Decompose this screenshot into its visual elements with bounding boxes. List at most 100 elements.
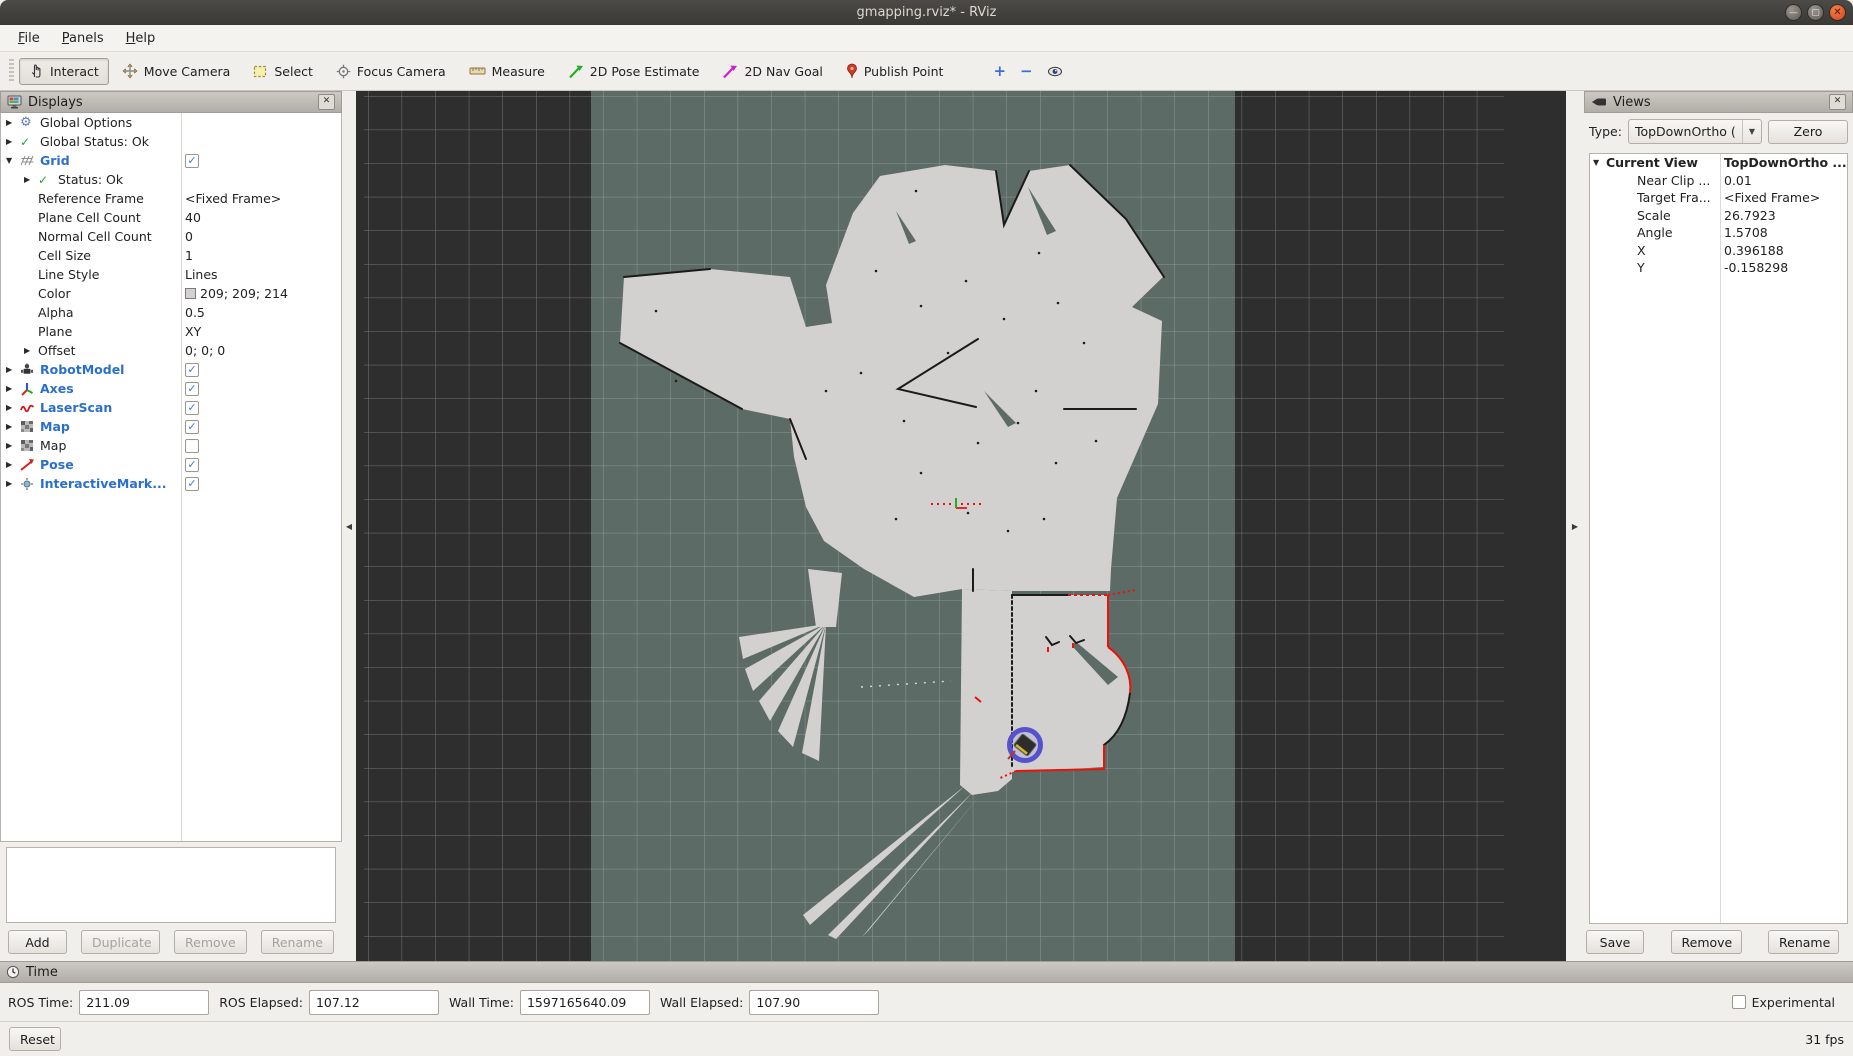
visibility-checkbox[interactable] xyxy=(185,420,199,434)
property-value[interactable]: 26.7923 xyxy=(1720,208,1776,223)
right-panel-collapse-gutter[interactable]: ▶ xyxy=(1566,91,1584,961)
view-property-row[interactable]: Scale 26.7923 xyxy=(1590,207,1847,225)
displays-tree[interactable]: ▶ ⚙ Global Options ▶ ✓ Global Status: Ok xyxy=(0,113,342,842)
expander-arrow-icon[interactable]: ▶ xyxy=(6,118,20,127)
extra-tool-button[interactable]: + xyxy=(986,62,1013,81)
display-tree-row[interactable]: ▶ RobotModel xyxy=(1,360,341,379)
menu-item[interactable]: Panels xyxy=(52,28,114,49)
expander-arrow-icon[interactable]: ▼ xyxy=(1590,158,1606,167)
expander-arrow-icon[interactable]: ▶ xyxy=(6,137,20,146)
display-tree-row[interactable]: Cell Size 1 xyxy=(1,246,341,265)
display-tree-row[interactable]: Normal Cell Count 0 xyxy=(1,227,341,246)
property-value[interactable]: 0.01 xyxy=(1720,173,1752,188)
zero-button[interactable]: Zero xyxy=(1768,120,1848,144)
view-property-row[interactable]: Angle 1.5708 xyxy=(1590,224,1847,242)
time-field-input[interactable] xyxy=(749,990,879,1015)
row-value[interactable]: 0 xyxy=(185,229,193,244)
display-tree-row[interactable]: ▶ Map xyxy=(1,417,341,436)
view-property-row[interactable]: Target Fra... <Fixed Frame> xyxy=(1590,189,1847,207)
color-swatch[interactable] xyxy=(185,288,196,299)
view-property-row[interactable]: Near Clip ... 0.01 xyxy=(1590,172,1847,190)
left-panel-collapse-gutter[interactable]: ◀ xyxy=(342,91,356,961)
time-field-input[interactable] xyxy=(79,990,209,1015)
row-value[interactable]: 1 xyxy=(185,248,193,263)
extra-tool-button[interactable] xyxy=(1040,64,1070,79)
title-bar[interactable]: gmapping.rviz* - RViz — ▢ ✕ xyxy=(0,0,1853,25)
display-tree-row[interactable]: Alpha 0.5 xyxy=(1,303,341,322)
views-action-button[interactable]: Save xyxy=(1586,930,1644,954)
expander-arrow-icon[interactable]: ▶ xyxy=(6,403,20,412)
visibility-checkbox[interactable] xyxy=(185,439,199,453)
view-type-dropdown[interactable]: TopDownOrtho ( ▼ xyxy=(1628,119,1762,144)
displays-action-button[interactable]: Rename xyxy=(261,930,334,954)
property-value[interactable]: -0.158298 xyxy=(1720,260,1788,275)
close-button[interactable]: ✕ xyxy=(1829,4,1846,21)
displays-action-button[interactable]: Add xyxy=(8,930,67,954)
row-value[interactable]: Lines xyxy=(185,267,218,282)
visibility-checkbox[interactable] xyxy=(185,401,199,415)
tool-button[interactable]: Select xyxy=(243,58,323,85)
toolbar-grip-handle[interactable] xyxy=(9,59,14,83)
menu-item[interactable]: File xyxy=(8,28,50,49)
expander-arrow-icon[interactable]: ▶ xyxy=(6,365,20,374)
display-tree-row[interactable]: Plane XY xyxy=(1,322,341,341)
tool-button[interactable]: 2D Nav Goal xyxy=(712,58,832,85)
experimental-checkbox[interactable] xyxy=(1732,995,1746,1009)
3d-viewport[interactable] xyxy=(356,91,1566,961)
menu-item[interactable]: Help xyxy=(116,28,166,49)
views-tree[interactable]: ▼ Current View TopDownOrtho ... Near Cli… xyxy=(1589,153,1848,924)
views-close-icon[interactable]: ✕ xyxy=(1829,94,1846,110)
display-tree-row[interactable]: ▶ InteractiveMark... xyxy=(1,474,341,493)
property-value[interactable]: 1.5708 xyxy=(1720,225,1768,240)
displays-action-button[interactable]: Duplicate xyxy=(81,930,160,954)
display-tree-row[interactable]: ▶ Axes xyxy=(1,379,341,398)
maximize-button[interactable]: ▢ xyxy=(1807,4,1824,21)
minimize-button[interactable]: — xyxy=(1785,4,1802,21)
display-tree-row[interactable]: ▶ ⚙ Global Options xyxy=(1,113,341,132)
displays-action-button[interactable]: Remove xyxy=(174,930,247,954)
display-tree-row[interactable]: Plane Cell Count 40 xyxy=(1,208,341,227)
tool-button[interactable]: 2D Pose Estimate xyxy=(558,58,710,85)
display-tree-row[interactable]: ▶ Map xyxy=(1,436,341,455)
expander-arrow-icon[interactable]: ▶ xyxy=(24,346,38,355)
row-value[interactable]: 0; 0; 0 xyxy=(185,343,225,358)
display-tree-row[interactable]: Color 209; 209; 214 xyxy=(1,284,341,303)
display-tree-row[interactable]: ▶ ✓ Global Status: Ok xyxy=(1,132,341,151)
display-tree-row[interactable]: ▶ ✓ Status: Ok xyxy=(1,170,341,189)
row-value[interactable]: 40 xyxy=(185,210,201,225)
display-tree-row[interactable]: Reference Frame <Fixed Frame> xyxy=(1,189,341,208)
tool-button[interactable]: Interact xyxy=(19,58,109,85)
property-value[interactable]: <Fixed Frame> xyxy=(1720,190,1820,205)
reset-button[interactable]: Reset xyxy=(9,1027,61,1051)
visibility-checkbox[interactable] xyxy=(185,154,199,168)
expander-arrow-icon[interactable]: ▶ xyxy=(6,422,20,431)
display-tree-row[interactable]: ▶ Offset 0; 0; 0 xyxy=(1,341,341,360)
views-panel-header[interactable]: Views ✕ xyxy=(1584,91,1853,113)
robot-marker[interactable] xyxy=(1008,730,1041,761)
expander-arrow-icon[interactable]: ▶ xyxy=(6,479,20,488)
time-field-input[interactable] xyxy=(520,990,650,1015)
view-property-row[interactable]: X 0.396188 xyxy=(1590,242,1847,260)
extra-tool-button[interactable]: − xyxy=(1013,62,1040,81)
display-tree-row[interactable]: ▼ Grid xyxy=(1,151,341,170)
tool-button[interactable]: Publish Point xyxy=(836,58,954,85)
expander-arrow-icon[interactable]: ▶ xyxy=(6,460,20,469)
visibility-checkbox[interactable] xyxy=(185,363,199,377)
visibility-checkbox[interactable] xyxy=(185,477,199,491)
displays-panel-header[interactable]: Displays ✕ xyxy=(0,91,342,113)
row-value[interactable]: XY xyxy=(185,324,201,339)
display-tree-row[interactable]: Line Style Lines xyxy=(1,265,341,284)
3d-scene[interactable] xyxy=(356,91,1566,961)
expander-arrow-icon[interactable]: ▼ xyxy=(6,156,20,165)
expander-arrow-icon[interactable]: ▶ xyxy=(6,384,20,393)
view-property-row[interactable]: Y -0.158298 xyxy=(1590,259,1847,277)
display-tree-row[interactable]: ▶ LaserScan xyxy=(1,398,341,417)
expander-arrow-icon[interactable]: ▶ xyxy=(24,175,38,184)
expander-arrow-icon[interactable]: ▶ xyxy=(6,441,20,450)
visibility-checkbox[interactable] xyxy=(185,458,199,472)
row-value[interactable]: 209; 209; 214 xyxy=(200,286,288,301)
row-value[interactable]: <Fixed Frame> xyxy=(185,191,281,206)
visibility-checkbox[interactable] xyxy=(185,382,199,396)
display-tree-row[interactable]: ▶ Pose xyxy=(1,455,341,474)
time-panel-header[interactable]: Time xyxy=(0,961,1853,983)
